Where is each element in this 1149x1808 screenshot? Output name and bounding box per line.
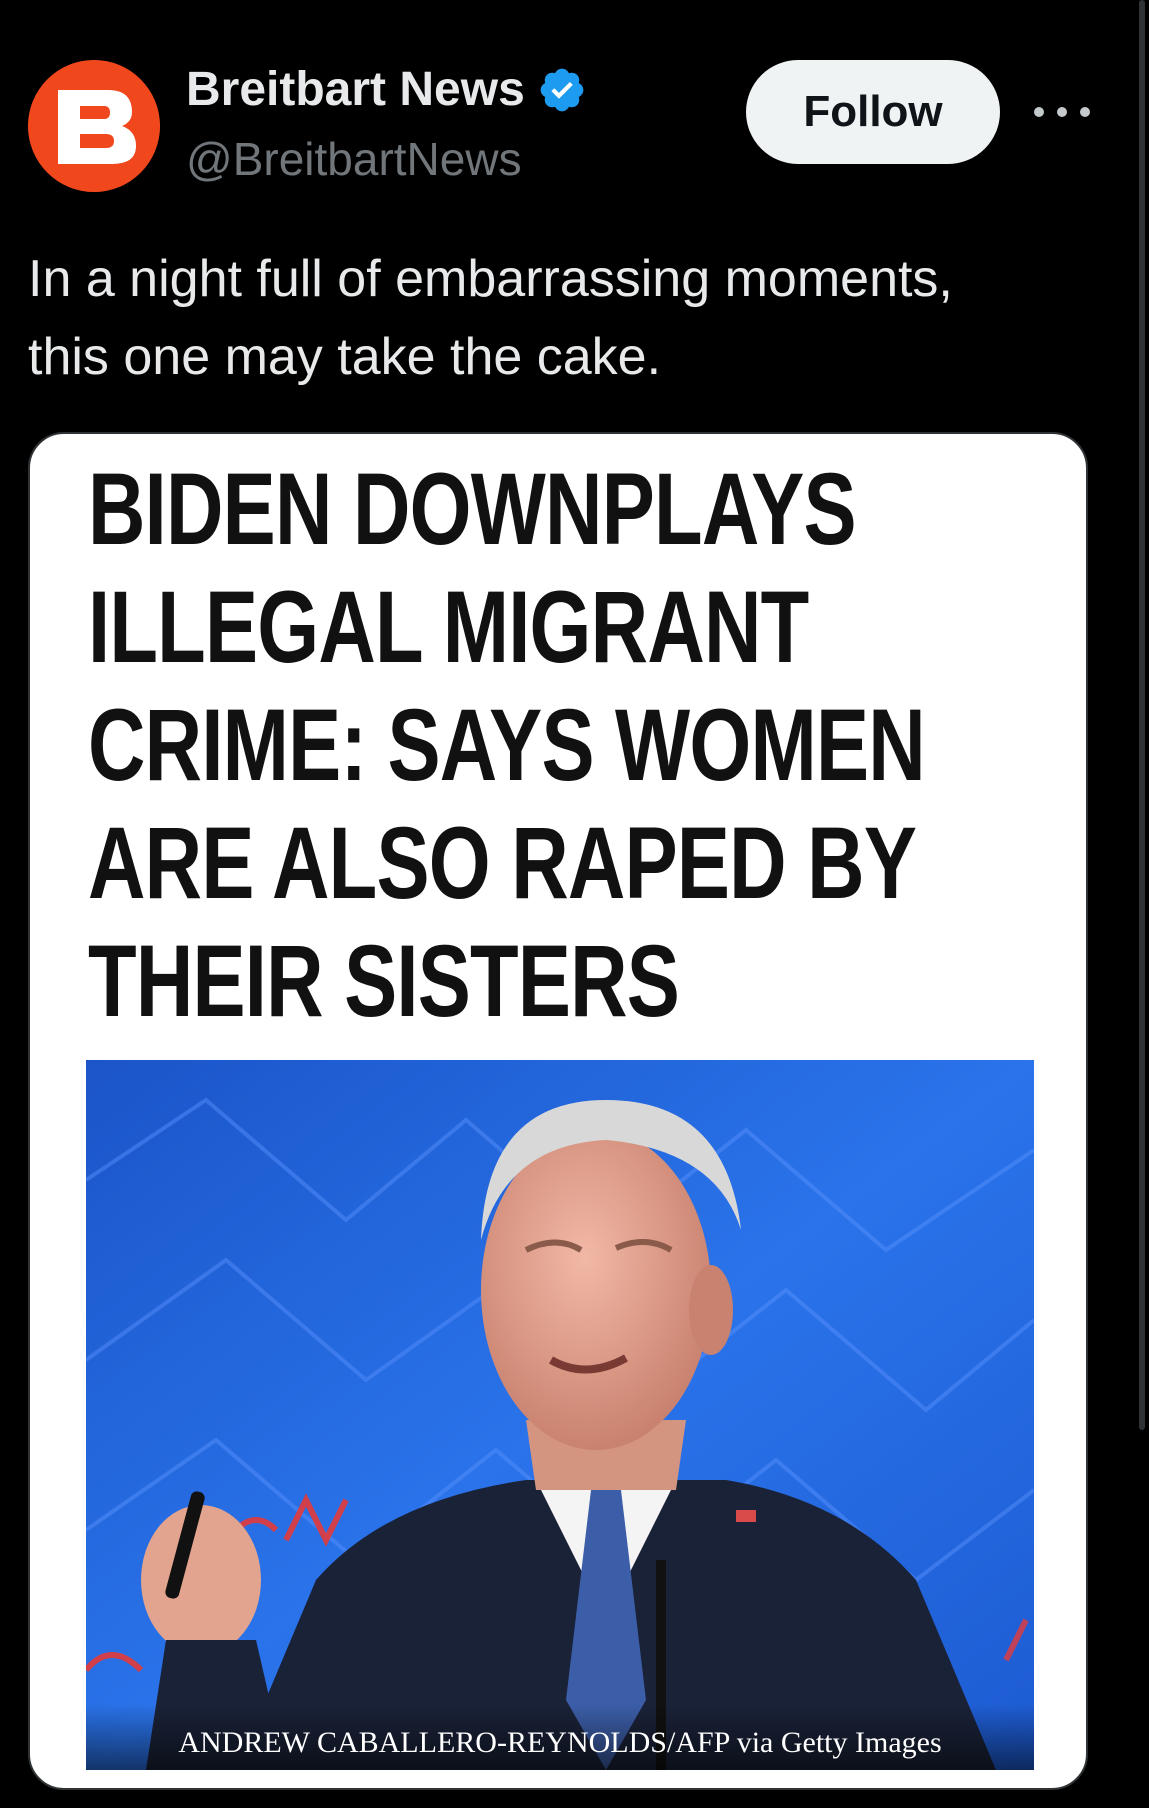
author-handle[interactable]: @BreitbartNews <box>186 132 522 186</box>
tweet-text-line: In a night full of embarrassing moments, <box>28 250 953 308</box>
media-headline: BIDEN DOWNPLAYS ILLEGAL MIGRANT CRIME: S… <box>88 450 926 1040</box>
photo-credit-bar: ANDREW CABALLERO-REYNOLDS/AFP via Getty … <box>86 1704 1034 1770</box>
scrollbar[interactable] <box>1139 0 1145 1430</box>
author-display-name[interactable]: Breitbart News <box>186 62 525 117</box>
author-avatar[interactable] <box>28 60 160 192</box>
headline-line: CRIME: SAYS WOMEN <box>88 688 926 802</box>
headline-line: BIDEN DOWNPLAYS <box>88 452 857 566</box>
author-name-row: Breitbart News <box>186 62 587 117</box>
more-dot <box>1080 107 1090 117</box>
follow-button[interactable]: Follow <box>746 60 1000 164</box>
headline-line: THEIR SISTERS <box>88 924 680 1038</box>
tweet-media-card[interactable]: BIDEN DOWNPLAYS ILLEGAL MIGRANT CRIME: S… <box>28 432 1088 1790</box>
speaker-photo-illustration <box>86 1060 1034 1770</box>
headline-line: ILLEGAL MIGRANT <box>88 570 809 684</box>
more-horizontal-icon[interactable] <box>1034 94 1090 130</box>
headline-line: ARE ALSO RAPED BY <box>88 806 917 920</box>
breitbart-logo-icon <box>28 60 160 192</box>
more-dot <box>1034 107 1044 117</box>
news-photo: ANDREW CABALLERO-REYNOLDS/AFP via Getty … <box>86 1060 1034 1770</box>
verified-badge-icon <box>540 68 584 111</box>
tweet-text-line: this one may take the cake. <box>28 328 662 386</box>
tweet-text: In a night full of embarrassing moments,… <box>28 240 1108 396</box>
more-dot <box>1057 107 1067 117</box>
photo-credit: ANDREW CABALLERO-REYNOLDS/AFP via Getty … <box>178 1726 942 1759</box>
